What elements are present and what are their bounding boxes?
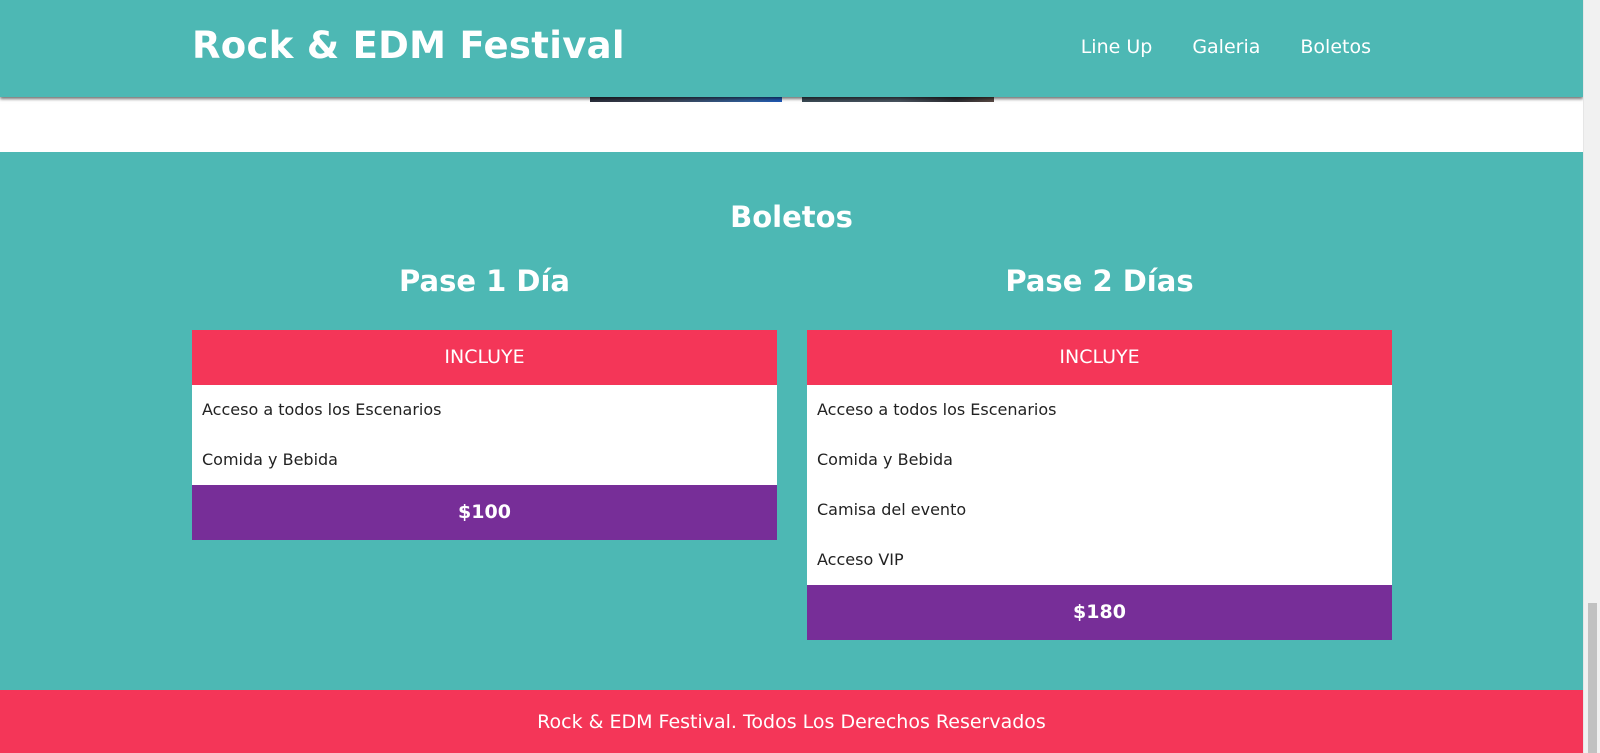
ticket-card: INCLUYE Acceso a todos los Escenarios Co… — [192, 330, 777, 540]
site-header: Rock & EDM Festival Line Up Galeria Bole… — [0, 0, 1583, 97]
nav-link-galeria[interactable]: Galeria — [1192, 36, 1260, 58]
main-nav: Line Up Galeria Boletos — [1081, 36, 1371, 58]
feature-item: Camisa del evento — [817, 500, 967, 519]
nav-link-boletos[interactable]: Boletos — [1300, 36, 1371, 58]
feature-item: Acceso a todos los Escenarios — [202, 400, 442, 419]
scrollbar-thumb[interactable] — [1588, 603, 1597, 753]
feature-list: Acceso a todos los Escenarios Comida y B… — [192, 385, 777, 485]
price-label: $180 — [807, 585, 1392, 640]
ticket-card: INCLUYE Acceso a todos los Escenarios Co… — [807, 330, 1392, 640]
feature-item: Comida y Bebida — [817, 450, 953, 469]
pass-name: Pase 2 Días — [1005, 264, 1194, 298]
vertical-scrollbar[interactable] — [1583, 0, 1600, 753]
includes-header: INCLUYE — [192, 330, 777, 385]
price-label: $100 — [192, 485, 777, 540]
includes-header: INCLUYE — [807, 330, 1392, 385]
pass-name: Pase 1 Día — [399, 264, 570, 298]
site-footer: Rock & EDM Festival. Todos Los Derechos … — [0, 690, 1583, 753]
site-title[interactable]: Rock & EDM Festival — [192, 24, 625, 67]
tickets-section: Boletos Pase 1 Día INCLUYE Acceso a todo… — [0, 152, 1583, 690]
footer-text: Rock & EDM Festival. Todos Los Derechos … — [537, 711, 1046, 733]
nav-link-line-up[interactable]: Line Up — [1081, 36, 1153, 58]
feature-item: Comida y Bebida — [202, 450, 338, 469]
feature-list: Acceso a todos los Escenarios Comida y B… — [807, 385, 1392, 585]
section-title: Boletos — [730, 200, 853, 234]
page: Rock & EDM Festival Line Up Galeria Bole… — [0, 0, 1583, 753]
feature-item: Acceso a todos los Escenarios — [817, 400, 1057, 419]
feature-item: Acceso VIP — [817, 550, 904, 569]
